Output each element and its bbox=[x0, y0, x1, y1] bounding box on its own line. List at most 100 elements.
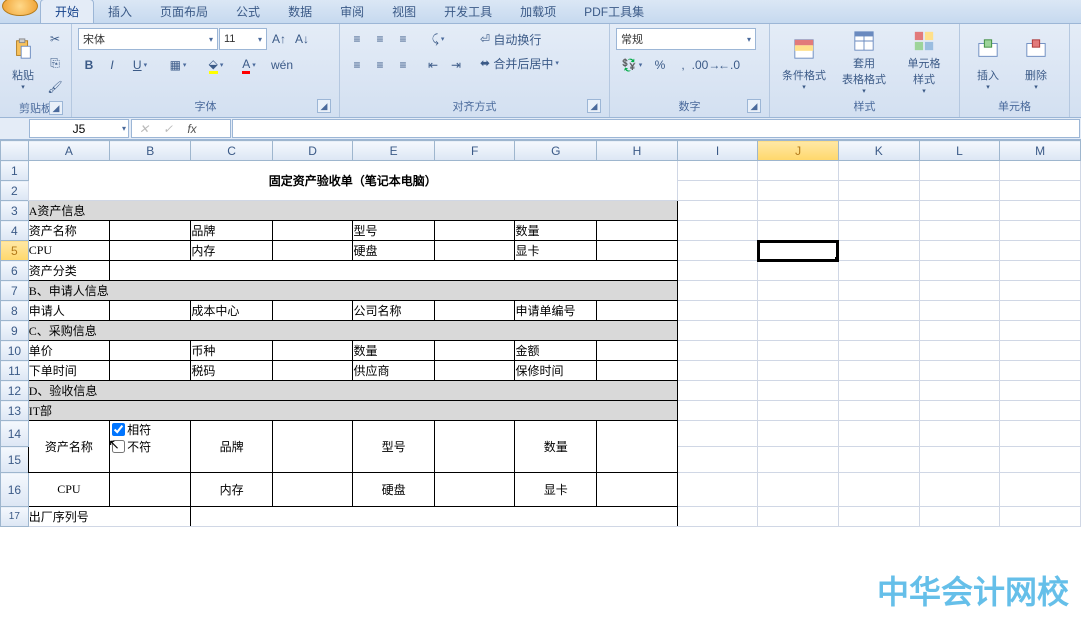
cell-H8[interactable] bbox=[597, 301, 678, 321]
cell-D16[interactable] bbox=[272, 473, 353, 507]
insert-cells-button[interactable]: 插入▾ bbox=[966, 28, 1010, 96]
checkbox-match-input[interactable] bbox=[112, 423, 125, 436]
cell-G16[interactable]: 显卡 bbox=[515, 473, 597, 507]
col-header-C[interactable]: C bbox=[191, 141, 272, 161]
cell-F8[interactable] bbox=[434, 301, 515, 321]
cell-H11[interactable] bbox=[597, 361, 678, 381]
delete-cells-button[interactable]: 删除▾ bbox=[1014, 28, 1058, 96]
cell-A11[interactable]: 下单时间 bbox=[28, 361, 109, 381]
tab-formula[interactable]: 公式 bbox=[222, 0, 274, 23]
cell-styles-button[interactable]: 单元格 样式▾ bbox=[896, 28, 952, 96]
row-header-9[interactable]: 9 bbox=[1, 321, 29, 341]
shrink-font-button[interactable]: A↓ bbox=[291, 28, 313, 50]
cell-A14[interactable]: 资产名称 bbox=[28, 421, 109, 473]
cell-F14[interactable] bbox=[434, 421, 515, 473]
cell-D5[interactable] bbox=[272, 241, 353, 261]
increase-decimal-button[interactable]: .00→ bbox=[695, 54, 717, 76]
cell-H16[interactable] bbox=[597, 473, 678, 507]
col-header-F[interactable]: F bbox=[434, 141, 515, 161]
tab-insert[interactable]: 插入 bbox=[94, 0, 146, 23]
col-header-J[interactable]: J bbox=[758, 141, 839, 161]
cell-J5[interactable] bbox=[758, 241, 839, 261]
cell-B10[interactable] bbox=[110, 341, 191, 361]
accounting-button[interactable]: 💱▾ bbox=[616, 54, 648, 76]
col-header-H[interactable]: H bbox=[597, 141, 678, 161]
cell-D11[interactable] bbox=[272, 361, 353, 381]
col-header-E[interactable]: E bbox=[353, 141, 434, 161]
fx-button[interactable]: fx bbox=[180, 122, 204, 136]
decrease-decimal-button[interactable]: ←.0 bbox=[718, 54, 740, 76]
col-header-G[interactable]: G bbox=[515, 141, 597, 161]
format-table-button[interactable]: 套用 表格格式▾ bbox=[836, 28, 892, 96]
checkbox-nomatch[interactable]: ↖ 不符 bbox=[110, 438, 190, 455]
cell-I5[interactable] bbox=[677, 241, 758, 261]
cell-F5[interactable] bbox=[434, 241, 515, 261]
cell-A4[interactable]: 资产名称 bbox=[28, 221, 109, 241]
tab-data[interactable]: 数据 bbox=[274, 0, 326, 23]
align-top-button[interactable]: ≡ bbox=[346, 28, 368, 50]
cell-G11[interactable]: 保修时间 bbox=[515, 361, 597, 381]
enter-formula-button[interactable]: ✓ bbox=[156, 122, 180, 136]
cancel-formula-button[interactable]: ✕ bbox=[132, 122, 156, 136]
cell-D8[interactable] bbox=[272, 301, 353, 321]
cell-D4[interactable] bbox=[272, 221, 353, 241]
align-left-button[interactable]: ≡ bbox=[346, 54, 368, 76]
cell-C10[interactable]: 币种 bbox=[191, 341, 272, 361]
tab-dev[interactable]: 开发工具 bbox=[430, 0, 506, 23]
cell-F10[interactable] bbox=[434, 341, 515, 361]
row-header-12[interactable]: 12 bbox=[1, 381, 29, 401]
cell-E16[interactable]: 硬盘 bbox=[353, 473, 434, 507]
font-launcher[interactable]: ◢ bbox=[317, 99, 331, 113]
fill-color-button[interactable]: ⬙▾ bbox=[200, 54, 232, 76]
phonetic-button[interactable]: wén bbox=[271, 54, 293, 76]
cell-A6[interactable]: 资产分类 bbox=[28, 261, 109, 281]
row-header-14[interactable]: 14 bbox=[1, 421, 29, 447]
col-header-B[interactable]: B bbox=[110, 141, 191, 161]
grow-font-button[interactable]: A↑ bbox=[268, 28, 290, 50]
cell-F4[interactable] bbox=[434, 221, 515, 241]
cell-H5[interactable] bbox=[597, 241, 678, 261]
tab-layout[interactable]: 页面布局 bbox=[146, 0, 222, 23]
cell-E11[interactable]: 供应商 bbox=[353, 361, 434, 381]
border-button[interactable]: ▦▾ bbox=[162, 54, 194, 76]
cell-G14[interactable]: 数量 bbox=[515, 421, 597, 473]
cell-B5[interactable] bbox=[110, 241, 191, 261]
cut-button[interactable]: ✂ bbox=[44, 28, 66, 50]
cell-E4[interactable]: 型号 bbox=[353, 221, 434, 241]
tab-review[interactable]: 审阅 bbox=[326, 0, 378, 23]
office-button[interactable] bbox=[2, 0, 38, 16]
col-header-M[interactable]: M bbox=[1000, 141, 1081, 161]
bold-button[interactable]: B bbox=[78, 54, 100, 76]
decrease-indent-button[interactable]: ⇤ bbox=[422, 54, 444, 76]
select-all-corner[interactable] bbox=[1, 141, 29, 161]
row-header-4[interactable]: 4 bbox=[1, 221, 29, 241]
cell-B11[interactable] bbox=[110, 361, 191, 381]
tab-start[interactable]: 开始 bbox=[40, 0, 94, 23]
orientation-button[interactable]: ⤹▾ bbox=[422, 28, 454, 50]
merge-center-button[interactable]: ⬌ 合并后居中▾ bbox=[477, 52, 593, 74]
format-painter-button[interactable]: 🖌 bbox=[44, 76, 66, 98]
row-header-8[interactable]: 8 bbox=[1, 301, 29, 321]
row-header-7[interactable]: 7 bbox=[1, 281, 29, 301]
cell-E10[interactable]: 数量 bbox=[353, 341, 434, 361]
cell-C17[interactable] bbox=[191, 507, 677, 527]
checkbox-match[interactable]: 相符 bbox=[110, 421, 190, 438]
cell-A17[interactable]: 出厂序列号 bbox=[28, 507, 191, 527]
cell-C16[interactable]: 内存 bbox=[191, 473, 272, 507]
cell-G5[interactable]: 显卡 bbox=[515, 241, 597, 261]
align-right-button[interactable]: ≡ bbox=[392, 54, 414, 76]
cell-B4[interactable] bbox=[110, 221, 191, 241]
cell-G8[interactable]: 申请单编号 bbox=[515, 301, 597, 321]
tab-view[interactable]: 视图 bbox=[378, 0, 430, 23]
col-header-I[interactable]: I bbox=[677, 141, 758, 161]
tab-pdf[interactable]: PDF工具集 bbox=[570, 0, 658, 23]
cell-D14[interactable] bbox=[272, 421, 353, 473]
cell-G4[interactable]: 数量 bbox=[515, 221, 597, 241]
cell-C14[interactable]: 品牌 bbox=[191, 421, 272, 473]
cell-B14[interactable]: 相符 ↖ 不符 bbox=[110, 421, 191, 473]
copy-button[interactable]: ⎘ bbox=[44, 52, 66, 74]
cell-F16[interactable] bbox=[434, 473, 515, 507]
font-name-combo[interactable]: 宋体▾ bbox=[78, 28, 218, 50]
clipboard-launcher[interactable]: ◢ bbox=[49, 101, 63, 115]
row-header-16[interactable]: 16 bbox=[1, 473, 29, 507]
